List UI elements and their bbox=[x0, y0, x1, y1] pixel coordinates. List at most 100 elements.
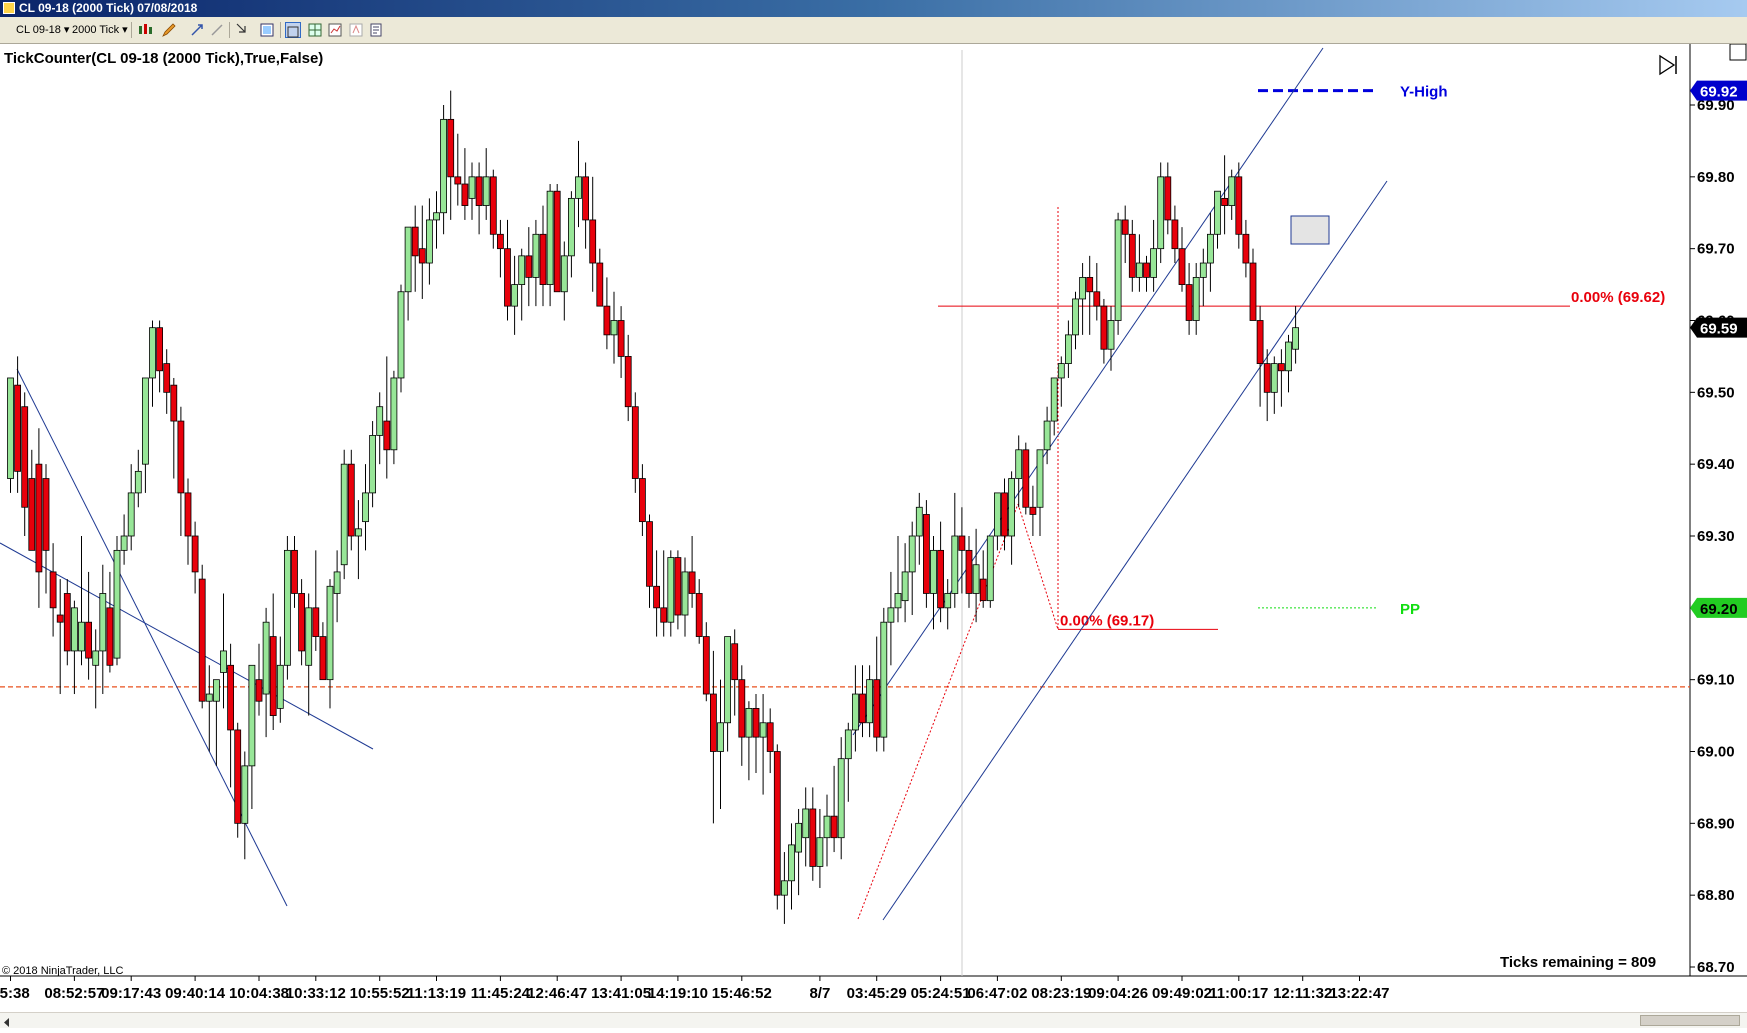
candle-body bbox=[710, 693, 717, 752]
chart-area[interactable]: 69.9069.8069.7069.6069.5069.4069.3069.20… bbox=[0, 43, 1747, 1027]
candle-body bbox=[127, 492, 135, 537]
candle-body bbox=[582, 176, 589, 221]
toolbar-separator bbox=[280, 22, 281, 38]
candle-body bbox=[844, 729, 852, 760]
candle-body bbox=[1050, 377, 1058, 422]
candle-body bbox=[369, 435, 377, 494]
candle-body bbox=[653, 585, 660, 609]
zoom-icon[interactable] bbox=[235, 22, 251, 38]
candle-body bbox=[468, 176, 476, 199]
pencil-icon[interactable] bbox=[161, 22, 177, 38]
candle-body bbox=[1157, 176, 1165, 250]
candle-body bbox=[830, 815, 838, 839]
chevron-down-icon: ▾ bbox=[63, 24, 70, 36]
candle-body bbox=[42, 478, 50, 551]
data-box-icon[interactable] bbox=[285, 22, 301, 38]
candle-body bbox=[120, 535, 128, 551]
candle-body bbox=[21, 406, 29, 508]
candle-body bbox=[1093, 291, 1101, 307]
x-tick-label: 15:46:52 bbox=[712, 985, 772, 1002]
candle-body bbox=[639, 478, 646, 523]
fib-lower-label: 0.00% (69.17) bbox=[1060, 612, 1154, 629]
candle-body bbox=[347, 463, 355, 537]
price-marker-label: 69.92 bbox=[1700, 84, 1738, 101]
candle-body bbox=[702, 636, 710, 695]
chevron-down-icon: ▾ bbox=[122, 24, 128, 36]
candle-body bbox=[1107, 320, 1115, 350]
candle-body bbox=[1207, 233, 1214, 264]
candle-body bbox=[496, 233, 504, 250]
candle-body bbox=[248, 664, 256, 767]
candle-body bbox=[1015, 449, 1023, 479]
candle-body bbox=[1143, 262, 1150, 278]
instrument-selector[interactable]: CL 09-18 ▾ bbox=[16, 21, 69, 39]
price-marker-label: 69.59 bbox=[1700, 321, 1738, 338]
candle-body bbox=[49, 571, 57, 609]
candle-body bbox=[425, 219, 433, 264]
candle-body bbox=[1185, 284, 1193, 321]
y-tick-label: 69.10 bbox=[1697, 672, 1735, 689]
chart-style-icon[interactable] bbox=[327, 22, 343, 38]
candle-body bbox=[837, 758, 845, 839]
candle-body bbox=[1057, 363, 1065, 379]
x-tick-label: 13:22:47 bbox=[1329, 985, 1389, 1002]
x-tick-label: 09:40:14 bbox=[165, 985, 226, 1002]
candle-body bbox=[617, 320, 625, 357]
strategy-icon[interactable] bbox=[368, 22, 384, 38]
candle-body bbox=[383, 420, 391, 451]
scroll-left-icon[interactable] bbox=[2, 1015, 12, 1027]
x-tick-label: 11:13:19 bbox=[407, 985, 466, 1002]
candle-body bbox=[646, 521, 653, 587]
candle-body bbox=[1199, 262, 1207, 278]
candle-body bbox=[930, 549, 937, 594]
candle-body bbox=[972, 564, 980, 594]
y-tick-label: 69.40 bbox=[1697, 456, 1735, 473]
y-tick-label: 68.80 bbox=[1697, 887, 1735, 904]
candle-body bbox=[1292, 327, 1299, 350]
candle-body bbox=[205, 693, 213, 702]
candle-body bbox=[269, 636, 277, 716]
candle-body bbox=[1192, 276, 1200, 321]
candle-body bbox=[198, 578, 206, 702]
horizontal-scrollbar[interactable] bbox=[0, 1012, 1747, 1028]
price-chart[interactable]: 69.9069.8069.7069.6069.5069.4069.3069.20… bbox=[0, 43, 1747, 1012]
candle-body bbox=[717, 722, 724, 752]
candle-body bbox=[773, 751, 781, 896]
tool-icon[interactable] bbox=[209, 22, 225, 38]
candle-body bbox=[1249, 262, 1257, 321]
x-tick-label: 11:45:24 bbox=[471, 985, 531, 1002]
pp-label: PP bbox=[1400, 601, 1420, 618]
candle-body bbox=[354, 528, 362, 537]
candle-body bbox=[170, 384, 178, 422]
interval-selector[interactable]: 2000 Tick ▾ bbox=[72, 21, 128, 39]
y-tick-label: 69.80 bbox=[1697, 169, 1735, 186]
x-tick-label: 09:49:02 bbox=[1152, 985, 1212, 1002]
x-tick-label: 06:47:02 bbox=[967, 985, 1027, 1002]
candle-body bbox=[937, 549, 944, 609]
candle-body bbox=[298, 593, 306, 652]
candle-body bbox=[816, 837, 824, 867]
candle-body bbox=[92, 650, 100, 666]
cursor-icon[interactable] bbox=[189, 22, 205, 38]
grid-icon[interactable] bbox=[307, 22, 323, 38]
scroll-thumb[interactable] bbox=[1640, 1015, 1740, 1026]
candle-body bbox=[596, 262, 604, 307]
candle-body bbox=[482, 176, 490, 206]
properties-icon[interactable] bbox=[259, 22, 275, 38]
candle-body bbox=[603, 305, 611, 336]
candle-body bbox=[163, 363, 171, 393]
candle-body bbox=[1022, 449, 1030, 508]
indicator-icon[interactable] bbox=[348, 22, 364, 38]
candle-body bbox=[276, 664, 284, 709]
candle-body bbox=[184, 492, 192, 537]
candle-body bbox=[1065, 334, 1072, 365]
candle-body bbox=[880, 621, 888, 738]
candle-body bbox=[752, 708, 760, 738]
play-next-icon bbox=[1659, 54, 1677, 76]
candle-body bbox=[376, 406, 384, 436]
bar-type-icon[interactable] bbox=[137, 22, 153, 38]
candle-body bbox=[319, 636, 327, 681]
candle-body bbox=[106, 607, 114, 666]
candle-body bbox=[979, 578, 987, 602]
candle-body bbox=[156, 327, 164, 372]
